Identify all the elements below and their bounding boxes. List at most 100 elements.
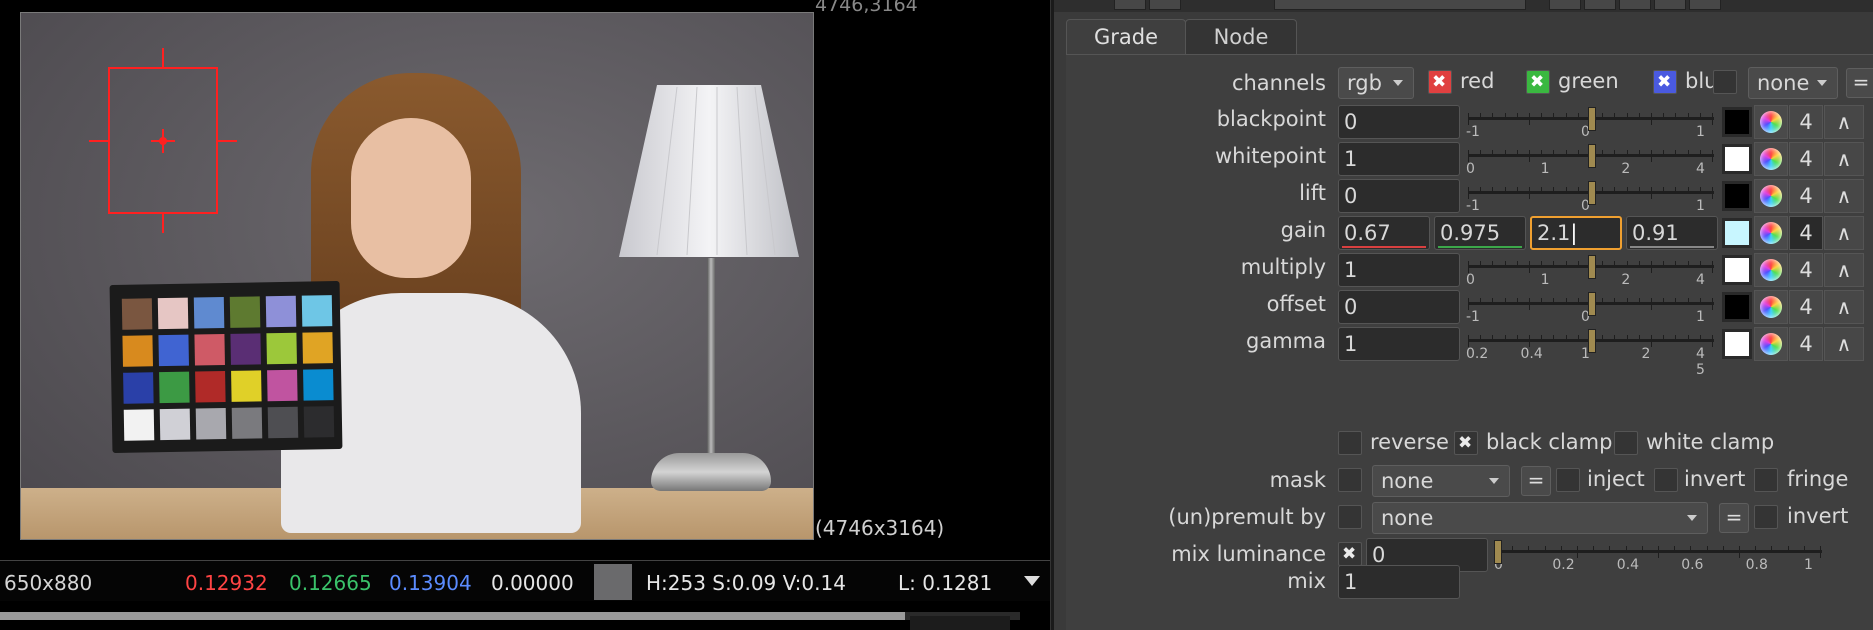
toolbar-button[interactable] (1689, 0, 1721, 10)
green-channel-checkbox[interactable] (1526, 70, 1550, 94)
offset-slider[interactable]: -1 0 1 (1466, 290, 1716, 325)
slider-tick (1541, 150, 1543, 156)
slider-tick (1690, 546, 1692, 552)
black-clamp-checkbox[interactable] (1454, 431, 1478, 455)
color-wheel-icon[interactable] (1754, 179, 1788, 213)
offset-channel-count-button[interactable]: 4 (1789, 290, 1823, 324)
animation-curve-icon[interactable]: ∧ (1824, 179, 1864, 213)
gain-input-r[interactable]: 0.67 (1338, 216, 1430, 250)
mix-luminance-checkbox[interactable] (1338, 542, 1362, 566)
unpremult-enable-checkbox[interactable] (1338, 505, 1362, 529)
blackpoint-slider[interactable]: -1 0 1 (1466, 105, 1716, 140)
gain-channel-count-button[interactable]: 4 (1789, 216, 1823, 250)
toolbar-button[interactable] (1619, 0, 1651, 10)
color-wheel-icon[interactable] (1754, 253, 1788, 287)
blackpoint-color-swatch[interactable] (1722, 107, 1752, 137)
slider-tick (1560, 546, 1562, 552)
color-wheel-icon[interactable] (1754, 105, 1788, 139)
gamma-slider[interactable]: 0.2 0.4 1 2 4 5 (1466, 327, 1716, 378)
slider-tick (1577, 187, 1579, 193)
whitepoint-input[interactable]: 1 (1338, 142, 1460, 176)
slider-handle[interactable] (1588, 181, 1596, 205)
slider-tick (1602, 113, 1604, 119)
mask-dropdown[interactable]: none (1372, 465, 1510, 497)
toolbar-button[interactable] (1114, 0, 1146, 10)
blue-channel-checkbox[interactable] (1653, 70, 1677, 94)
offset-color-swatch[interactable] (1722, 292, 1752, 322)
whitepoint-color-swatch[interactable] (1722, 144, 1752, 174)
viewer-scrollbar-thumb[interactable] (0, 612, 905, 620)
color-wheel-icon[interactable] (1754, 142, 1788, 176)
animation-curve-icon[interactable]: ∧ (1824, 105, 1864, 139)
tab-grade[interactable]: Grade (1066, 19, 1186, 55)
slider-tick (1651, 261, 1652, 273)
red-channel-checkbox[interactable] (1428, 70, 1452, 94)
gamma-color-swatch[interactable] (1722, 329, 1752, 359)
slider-handle[interactable] (1588, 292, 1596, 316)
slider-handle[interactable] (1588, 255, 1596, 279)
slider-handle[interactable] (1588, 144, 1596, 168)
fringe-checkbox[interactable] (1754, 468, 1778, 492)
node-name-field[interactable] (1274, 0, 1526, 10)
slider-tick (1651, 150, 1652, 162)
gain-input-g[interactable]: 0.975 (1434, 216, 1526, 250)
color-wheel-icon[interactable] (1754, 216, 1788, 250)
whitepoint-channel-count-button[interactable]: 4 (1789, 142, 1823, 176)
multiply-channel-count-button[interactable]: 4 (1789, 253, 1823, 287)
channels-value: rgb (1347, 71, 1382, 95)
info-bar-dropdown-icon[interactable] (1024, 576, 1040, 586)
tab-node[interactable]: Node (1185, 19, 1297, 55)
unpremult-link-button[interactable]: = (1719, 503, 1749, 533)
slider-handle[interactable] (1588, 107, 1596, 131)
white-clamp-checkbox[interactable] (1614, 431, 1638, 455)
animation-curve-icon[interactable]: ∧ (1824, 216, 1864, 250)
gain-input-a[interactable]: 0.91 (1626, 216, 1718, 250)
mask-link-button[interactable]: = (1521, 466, 1551, 496)
toolbar-button[interactable] (1654, 0, 1686, 10)
unpremult-invert-checkbox[interactable] (1754, 505, 1778, 529)
gamma-channel-count-button[interactable]: 4 (1789, 327, 1823, 361)
pixel-luminance-value: L: 0.1281 (898, 571, 993, 595)
color-wheel-icon[interactable] (1754, 327, 1788, 361)
offset-input[interactable]: 0 (1338, 290, 1460, 324)
gain-input-b[interactable]: 2.1| (1530, 216, 1622, 250)
viewer-image[interactable] (20, 12, 814, 540)
unpremult-dropdown[interactable]: none (1372, 502, 1708, 534)
animation-curve-icon[interactable]: ∧ (1824, 253, 1864, 287)
mask-invert-checkbox[interactable] (1654, 468, 1678, 492)
slider-tick (1516, 150, 1518, 156)
mix-luminance-slider[interactable]: 0 0.2 0.4 0.6 0.8 1 (1494, 538, 1824, 573)
animation-curve-icon[interactable]: ∧ (1824, 142, 1864, 176)
mix-input[interactable]: 1 (1338, 565, 1460, 599)
blackpoint-channel-count-button[interactable]: 4 (1789, 105, 1823, 139)
toolbar-button[interactable] (1549, 0, 1581, 10)
inject-checkbox[interactable] (1556, 468, 1580, 492)
channels-link-button[interactable]: = (1846, 68, 1873, 98)
animation-curve-icon[interactable]: ∧ (1824, 290, 1864, 324)
mask-enable-checkbox[interactable] (1338, 468, 1362, 492)
toolbar-button[interactable] (1149, 0, 1181, 10)
slider-tick (1577, 298, 1579, 304)
lift-slider[interactable]: -1 0 1 (1466, 179, 1716, 214)
lift-color-swatch[interactable] (1722, 181, 1752, 211)
channels-dropdown[interactable]: rgb (1338, 67, 1414, 99)
gamma-input[interactable]: 1 (1338, 327, 1460, 361)
toolbar-button[interactable] (1584, 0, 1616, 10)
multiply-color-swatch[interactable] (1722, 255, 1752, 285)
alpha-channel-checkbox[interactable] (1713, 70, 1737, 94)
lift-input[interactable]: 0 (1338, 179, 1460, 213)
lift-channel-count-button[interactable]: 4 (1789, 179, 1823, 213)
crosshair-overlay[interactable] (21, 13, 813, 539)
color-wheel-icon[interactable] (1754, 290, 1788, 324)
gain-color-swatch[interactable] (1722, 218, 1752, 248)
slider-handle[interactable] (1588, 329, 1596, 353)
multiply-input[interactable]: 1 (1338, 253, 1460, 287)
slider-handle[interactable] (1494, 540, 1502, 564)
animation-curve-icon[interactable]: ∧ (1824, 327, 1864, 361)
blackpoint-input[interactable]: 0 (1338, 105, 1460, 139)
whitepoint-slider[interactable]: 0 1 2 4 (1466, 142, 1716, 177)
viewer[interactable]: 4746,3164 (4746x3164) 650x880 0.12932 0.… (0, 0, 1050, 630)
multiply-slider[interactable]: 0 1 2 4 (1466, 253, 1716, 288)
reverse-checkbox[interactable] (1338, 431, 1362, 455)
alpha-channel-dropdown[interactable]: none (1748, 67, 1838, 99)
